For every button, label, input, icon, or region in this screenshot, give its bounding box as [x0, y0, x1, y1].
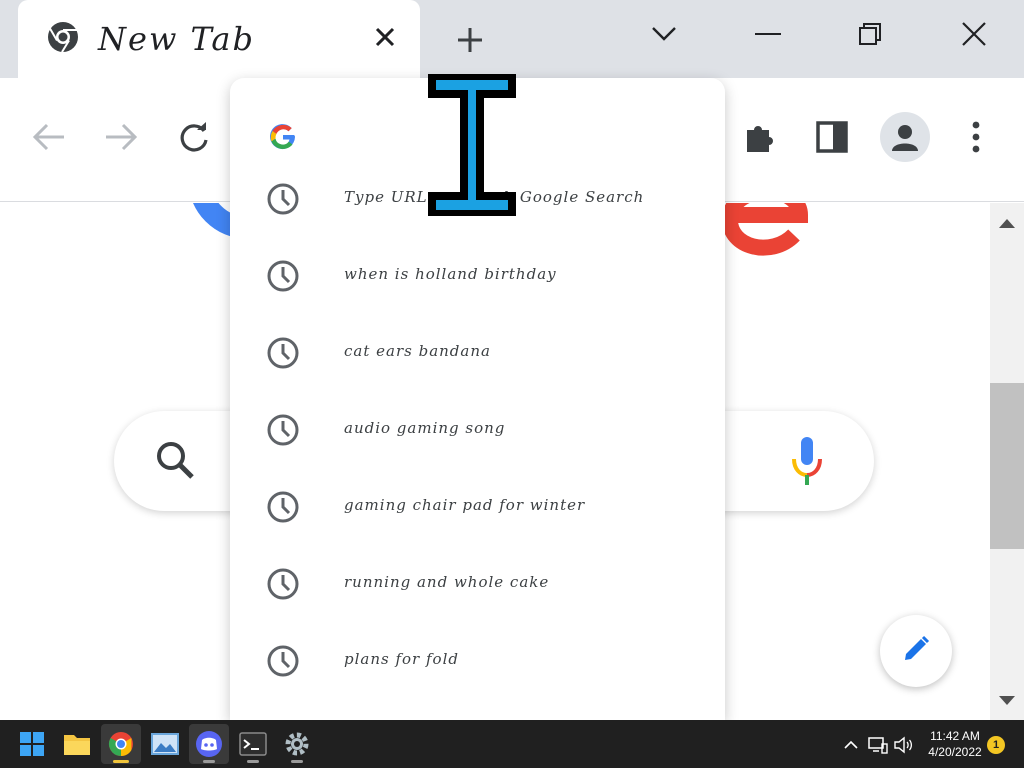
suggestion-text: plans for fold [344, 650, 459, 668]
clock-time: 11:42 AM [930, 729, 980, 743]
text-cursor-ibeam-icon [426, 72, 518, 218]
network-icon[interactable] [867, 734, 889, 756]
back-button[interactable] [23, 111, 75, 163]
customize-button[interactable] [880, 615, 952, 687]
tray-overflow-chevron-icon[interactable] [840, 734, 862, 756]
close-window-button[interactable] [950, 12, 998, 56]
google-g-icon [268, 122, 298, 152]
suggestion-row[interactable]: cat ears bandana [230, 336, 725, 412]
suggestion-text: gaming chair pad for winter [344, 496, 586, 514]
scroll-thumb[interactable] [990, 383, 1024, 549]
clock-date: 4/20/2022 [928, 745, 982, 759]
search-icon [154, 439, 198, 483]
photos-icon[interactable] [145, 724, 185, 764]
suggestion-row[interactable]: audio gaming song [230, 413, 725, 489]
history-clock-icon [266, 336, 300, 370]
chrome-icon [46, 20, 80, 54]
scroll-down-arrow-icon[interactable] [990, 689, 1024, 713]
taskbar-clock[interactable]: 11:42 AM 4/20/2022 [916, 728, 994, 760]
history-clock-icon [266, 182, 300, 216]
tab-search-chevron-icon[interactable] [640, 12, 688, 56]
restore-button[interactable] [846, 12, 894, 56]
extensions-puzzle-icon[interactable] [734, 111, 786, 163]
history-clock-icon [266, 490, 300, 524]
suggestion-row[interactable]: when is holland birthday [230, 259, 725, 335]
suggestion-text: audio gaming song [344, 419, 506, 437]
page-scrollbar[interactable] [990, 203, 1024, 720]
history-clock-icon [266, 259, 300, 293]
suggestion-row[interactable]: gaming chair pad for winter [230, 490, 725, 566]
history-clock-icon [266, 567, 300, 601]
suggestion-text: when is holland birthday [344, 265, 557, 283]
tab-title: New Tab [98, 20, 255, 58]
mic-icon[interactable] [790, 435, 824, 487]
google-logo-fragment-e [712, 203, 812, 263]
discord-icon[interactable] [189, 724, 229, 764]
history-clock-icon [266, 644, 300, 678]
terminal-icon[interactable] [233, 724, 273, 764]
history-clock-icon [266, 413, 300, 447]
close-tab-icon[interactable] [370, 22, 400, 52]
chrome-taskbar-icon[interactable] [101, 724, 141, 764]
active-app-indicator [113, 760, 129, 763]
settings-gear-icon[interactable] [277, 724, 317, 764]
tab-strip: New Tab [0, 0, 1024, 78]
profile-avatar-button[interactable] [880, 112, 930, 162]
forward-button[interactable] [95, 111, 147, 163]
taskbar: 11:42 AM 4/20/2022 [0, 720, 1024, 768]
reload-button[interactable] [168, 111, 220, 163]
suggestion-row[interactable]: running and whole cake [230, 567, 725, 643]
tab-new-tab[interactable]: New Tab [18, 0, 420, 78]
notification-badge[interactable]: 1 [987, 736, 1005, 754]
running-app-indicator [247, 760, 259, 763]
minimize-button[interactable] [744, 12, 792, 56]
screen: New Tab Type URL Google Search when is h… [0, 0, 1024, 768]
scroll-up-arrow-icon[interactable] [990, 211, 1024, 235]
suggestion-text: cat ears bandana [344, 342, 491, 360]
new-tab-button[interactable] [448, 20, 492, 60]
running-app-indicator [291, 760, 303, 763]
start-button[interactable] [12, 724, 52, 764]
side-panel-icon[interactable] [806, 111, 858, 163]
pencil-icon [901, 634, 931, 669]
suggestion-row[interactable]: plans for fold [230, 644, 725, 720]
suggestion-text: running and whole cake [344, 573, 550, 591]
volume-icon[interactable] [892, 734, 914, 756]
more-menu-icon[interactable] [950, 111, 1002, 163]
running-app-indicator [203, 760, 215, 763]
file-explorer-icon[interactable] [57, 724, 97, 764]
